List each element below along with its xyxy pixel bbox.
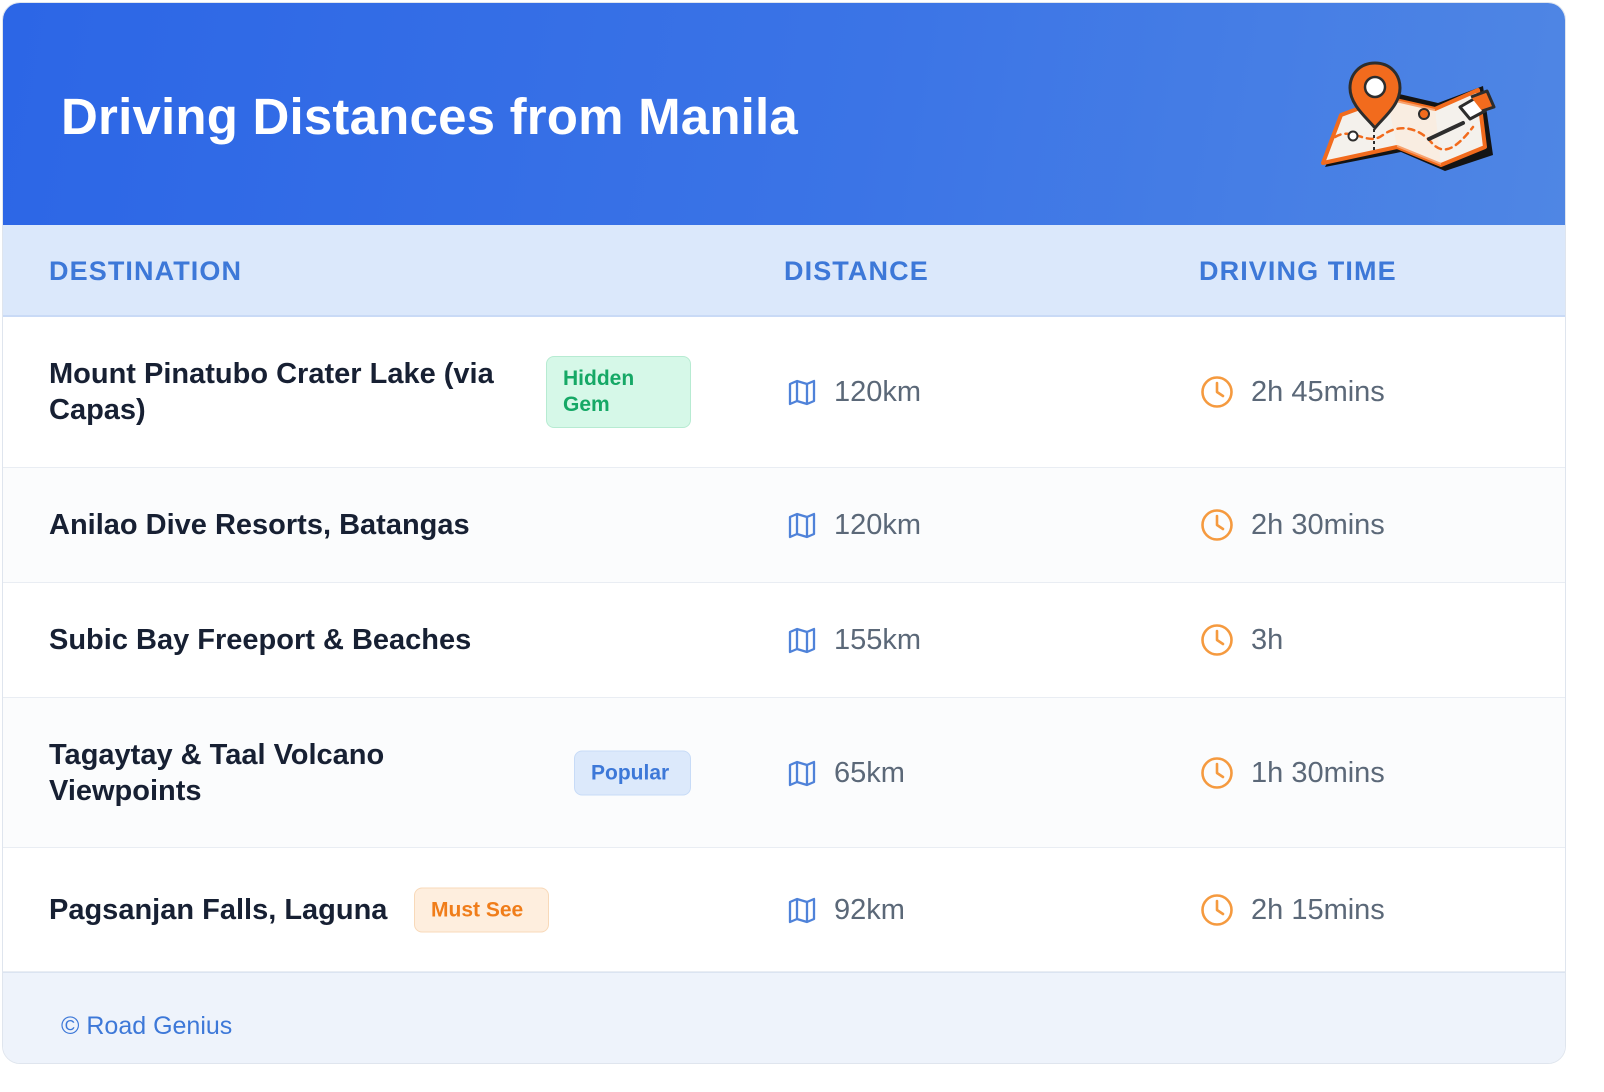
- hidden-gem-badge: Hidden Gem: [546, 356, 691, 428]
- table-row: Anilao Dive Resorts, Batangas 120km 2h 3…: [3, 468, 1565, 583]
- driving-distances-card: Driving Distances from Manila DESTINATIO…: [2, 2, 1566, 1064]
- table-row: Tagaytay & Taal Volcano Viewpoints Popul…: [3, 698, 1565, 848]
- driving-time-cell: 2h 45mins: [1199, 372, 1385, 412]
- destination-name: Pagsanjan Falls, Laguna: [49, 893, 388, 926]
- destination-cell: Anilao Dive Resorts, Batangas: [49, 468, 699, 582]
- header: Driving Distances from Manila: [3, 3, 1565, 225]
- table-row: Mount Pinatubo Crater Lake (via Capas) H…: [3, 317, 1565, 468]
- table-header: DESTINATION DISTANCE DRIVING TIME: [3, 225, 1565, 317]
- driving-time-cell: 1h 30mins: [1199, 753, 1385, 793]
- distance-value: 120km: [834, 509, 922, 541]
- distance-value: 155km: [834, 624, 922, 656]
- destination-name: Mount Pinatubo Crater Lake (via Capas): [49, 358, 494, 426]
- destination-name: Tagaytay & Taal Volcano Viewpoints: [49, 738, 385, 807]
- column-header-distance: DISTANCE: [784, 256, 929, 286]
- destination-name: Anilao Dive Resorts, Batangas: [49, 509, 470, 541]
- driving-time-cell: 3h: [1199, 620, 1283, 660]
- folded-map-with-location-pin-icon: [1321, 61, 1496, 171]
- destination-cell: Pagsanjan Falls, Laguna Must See: [49, 848, 699, 971]
- copyright-text: © Road Genius: [61, 1012, 233, 1040]
- clock-icon: [1201, 893, 1233, 926]
- must-see-badge: Must See: [414, 887, 549, 932]
- distance-value: 92km: [834, 893, 905, 926]
- distance-cell: 65km: [786, 753, 905, 793]
- page-title: Driving Distances from Manila: [61, 88, 798, 145]
- popular-badge: Popular: [574, 750, 691, 795]
- driving-time-value: 2h 30mins: [1251, 509, 1385, 541]
- clock-icon: [1201, 509, 1233, 541]
- destination-cell: Subic Bay Freeport & Beaches: [49, 583, 699, 697]
- distance-cell: 155km: [786, 620, 921, 660]
- distance-cell: 120km: [786, 372, 921, 412]
- driving-time-cell: 2h 15mins: [1199, 890, 1385, 930]
- driving-time-value: 3h: [1251, 624, 1284, 656]
- clock-icon: [1201, 376, 1233, 408]
- map-icon: [788, 379, 816, 406]
- column-header-driving-time: DRIVING TIME: [1199, 256, 1397, 286]
- destination-cell: Mount Pinatubo Crater Lake (via Capas) H…: [49, 317, 699, 467]
- distance-cell: 92km: [786, 890, 905, 930]
- footer: © Road Genius: [3, 972, 1565, 1063]
- distance-value: 65km: [834, 756, 905, 789]
- map-icon: [788, 512, 816, 539]
- destination-cell: Tagaytay & Taal Volcano Viewpoints Popul…: [49, 698, 699, 847]
- distance-value: 120km: [834, 376, 922, 408]
- driving-time-value: 1h 30mins: [1251, 756, 1385, 789]
- column-header-destination: DESTINATION: [49, 256, 243, 286]
- table-row: Subic Bay Freeport & Beaches 155km 3h: [3, 583, 1565, 698]
- map-icon: [788, 760, 816, 786]
- driving-time-cell: 2h 30mins: [1199, 505, 1385, 545]
- driving-time-value: 2h 45mins: [1251, 376, 1385, 408]
- clock-icon: [1201, 624, 1233, 656]
- map-icon: [788, 897, 816, 923]
- clock-icon: [1201, 756, 1233, 789]
- distance-cell: 120km: [786, 505, 921, 545]
- table-row: Pagsanjan Falls, Laguna Must See 92km 2h…: [3, 848, 1565, 972]
- driving-time-value: 2h 15mins: [1251, 893, 1385, 926]
- map-icon: [788, 627, 816, 654]
- destination-name: Subic Bay Freeport & Beaches: [49, 624, 472, 656]
